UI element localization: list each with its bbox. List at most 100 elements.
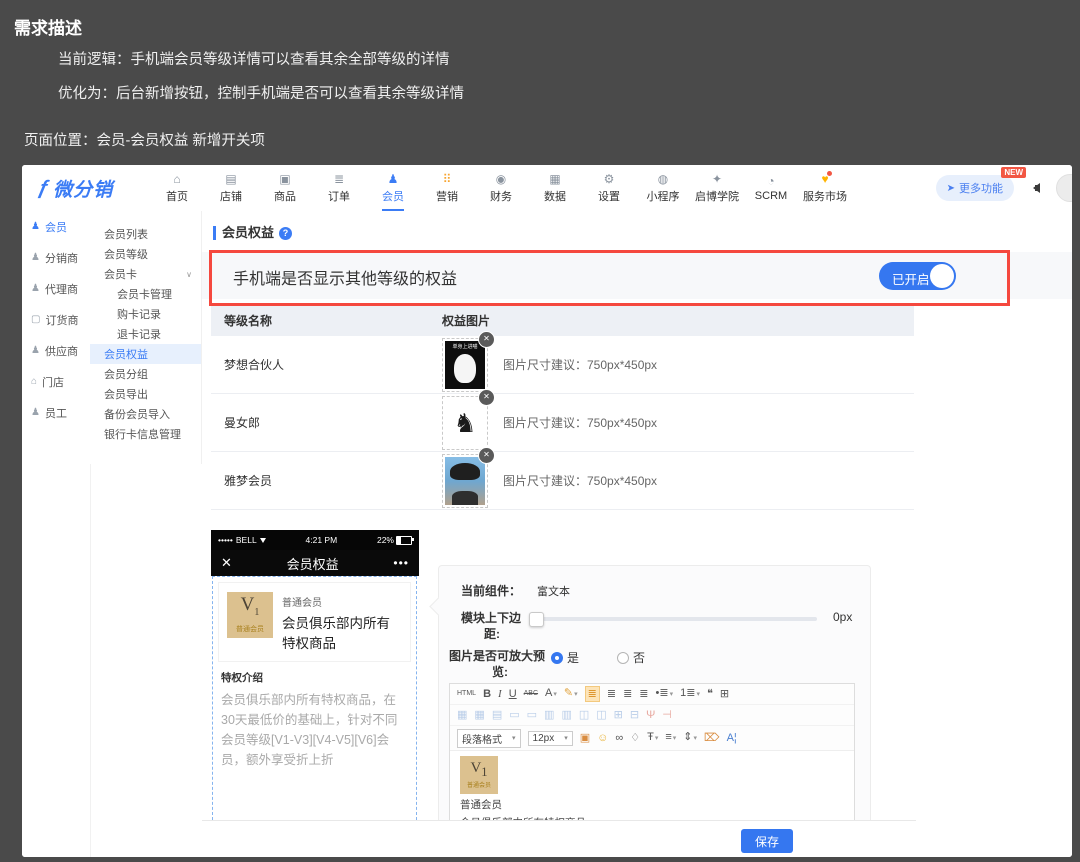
toolbar-table-icon[interactable]: ⊣ [662, 708, 672, 722]
toolbar-icon[interactable]: ∞ [615, 731, 623, 745]
remove-image-icon[interactable]: ✕ [478, 331, 495, 348]
toolbar-icon[interactable]: I [498, 687, 502, 701]
help-icon[interactable]: ? [279, 227, 292, 240]
toolbar-icon[interactable]: ⌦ [704, 731, 720, 745]
sidebar-item[interactable]: ♟ 供应商 [22, 335, 90, 366]
toolbar-icon[interactable]: ⇕ [683, 730, 697, 746]
toolbar-icon[interactable]: ❝ [707, 687, 713, 701]
toolbar-icon[interactable]: ≡ [665, 730, 676, 746]
top-nav-item[interactable]: ▤ 店铺 [204, 165, 258, 211]
toolbar-table-icon[interactable]: Ψ [646, 708, 655, 722]
sidebar-item[interactable]: ♟ 分销商 [22, 242, 90, 273]
toolbar-icon[interactable]: ☺ [597, 731, 608, 745]
logo-text: 微分销 [53, 175, 113, 202]
submenu-item[interactable]: 会员等级 [90, 244, 201, 264]
top-nav-item[interactable]: ♟ 会员 [366, 165, 420, 211]
toolbar-table-icon[interactable]: ▤ [492, 708, 502, 722]
top-nav-item[interactable]: ≣ 订单 [312, 165, 366, 211]
benefit-image-upload[interactable]: ✕ [442, 338, 488, 392]
toggle-knob [930, 264, 954, 288]
submenu-item[interactable]: 会员分组 [90, 364, 201, 384]
toolbar-table-icon[interactable]: ▭ [527, 708, 537, 722]
top-nav-item[interactable]: ◍ 小程序 [636, 165, 690, 211]
save-button[interactable]: 保存 [741, 829, 793, 853]
toolbar-table-icon[interactable]: ⊟ [630, 708, 639, 722]
toolbar-table-icon[interactable]: ▭ [509, 708, 519, 722]
toolbar-table-icon[interactable]: ▥ [544, 708, 554, 722]
submenu-item[interactable]: 银行卡信息管理 [90, 424, 201, 444]
submenu-item[interactable]: 会员导出 [90, 384, 201, 404]
logo-icon: ƒ [36, 177, 53, 200]
editor-content[interactable]: V1 普通会员 普通会员 会员俱乐部内所有特权商品 特权介绍 [450, 750, 854, 821]
benefit-image-upload[interactable]: ✕ [442, 454, 488, 508]
toolbar-icon[interactable]: Ŧ [647, 730, 658, 746]
slider-handle[interactable] [529, 612, 544, 627]
top-nav-item[interactable]: ✦ 启博学院 [690, 165, 744, 211]
top-nav-item[interactable]: ◔ SCRM [744, 165, 798, 211]
top-nav-item[interactable]: ▦ 数据 [528, 165, 582, 211]
margin-slider[interactable] [529, 617, 817, 621]
close-icon[interactable]: ✕ [221, 555, 232, 571]
miniprogram-icon: ◍ [658, 173, 668, 186]
top-nav-item[interactable]: ◉ 财务 [474, 165, 528, 211]
app-logo[interactable]: ƒ 微分销 [22, 175, 150, 202]
toolbar-icon[interactable]: ≣ [607, 687, 616, 701]
sidebar-item[interactable]: ♟ 代理商 [22, 273, 90, 304]
top-nav-item[interactable]: ♥ 服务市场 [798, 165, 852, 211]
level-benefit-title: 会员俱乐部内所有特权商品 [282, 612, 402, 652]
user-avatar[interactable] [1056, 174, 1072, 202]
show-other-levels-toggle[interactable]: 已开启 [879, 262, 956, 290]
top-nav-items: ⌂ 首页 ▤ 店铺 ▣ 商品 ≣ 订单 [150, 165, 852, 211]
toolbar-icon[interactable]: ≣ [585, 686, 600, 702]
toolbar-table-icon[interactable]: ▥ [561, 708, 571, 722]
toolbar-table-icon[interactable]: ▦ [474, 708, 484, 722]
toolbar-icon[interactable]: ABC [524, 687, 538, 701]
phone-time: 4:21 PM [306, 535, 338, 545]
toolbar-icon[interactable]: U [509, 687, 517, 701]
toolbar-icon[interactable]: ♢ [630, 731, 640, 745]
submenu-item[interactable]: 备份会员导入 [90, 404, 201, 424]
toolbar-icon[interactable]: 1≣ [680, 686, 700, 702]
main-content: 会员权益 ? 手机端是否显示其他等级的权益 已开启 等级名称 权益图片 梦想合伙… [202, 211, 1072, 857]
toolbar-icon[interactable]: ✎ [564, 686, 578, 702]
radio-no[interactable]: 否 [617, 649, 645, 666]
toolbar-icon[interactable]: ⊞ [720, 687, 729, 701]
top-nav-item[interactable]: ⌂ 首页 [150, 165, 204, 211]
sidebar-item[interactable]: ▢ 订货商 [22, 304, 90, 335]
submenu-item[interactable]: 会员列表 [90, 224, 201, 244]
toolbar-table-icon[interactable]: ⊞ [614, 708, 623, 722]
more-features-button[interactable]: ➤ 更多功能 NEW [936, 175, 1014, 201]
sidebar-item[interactable]: ⌂ 门店 [22, 366, 90, 397]
top-nav-item[interactable]: ⚙ 设置 [582, 165, 636, 211]
submenu-item[interactable]: 购卡记录 [90, 304, 201, 324]
submenu-item[interactable]: 退卡记录 [90, 324, 201, 344]
toolbar-icon[interactable]: HTML [457, 687, 476, 701]
toolbar-table-icon[interactable]: ◫ [579, 708, 589, 722]
toolbar-icon[interactable]: ▣ [580, 731, 590, 745]
more-menu-icon[interactable]: ••• [393, 556, 409, 570]
save-bar: 保存 [202, 820, 916, 857]
remove-image-icon[interactable]: ✕ [478, 447, 495, 464]
paragraph-format-select[interactable]: 段落格式 ▾ [457, 729, 521, 748]
sidebar-item[interactable]: ♟ 员工 [22, 397, 90, 428]
announcement-speaker-icon[interactable] [1028, 183, 1040, 193]
toolbar-table-icon[interactable]: ◫ [596, 708, 606, 722]
toolbar-icon[interactable]: A [545, 686, 557, 702]
radio-yes[interactable]: 是 [551, 649, 579, 666]
submenu-item[interactable]: 会员权益 [90, 344, 201, 364]
top-nav-item[interactable]: ⠿ 营销 [420, 165, 474, 211]
toolbar-icon[interactable]: ≣ [623, 687, 632, 701]
font-size-select[interactable]: 12px ▾ [528, 731, 573, 746]
toolbar-table-icon[interactable]: ▦ [457, 708, 467, 722]
toolbar-icon[interactable]: •≣ [656, 686, 674, 702]
submenu-item[interactable]: 会员卡 ∨ [90, 264, 201, 284]
richtext-component-selection[interactable]: V1 普通会员 普通会员 会员俱乐部内所有特权商品 特权介绍 会员俱乐部内所有特… [212, 576, 417, 830]
benefit-image-upload[interactable]: ✕ [442, 396, 488, 450]
sidebar-item[interactable]: ♟ 会员 [22, 211, 90, 242]
remove-image-icon[interactable]: ✕ [478, 389, 495, 406]
toolbar-icon[interactable]: A¦ [727, 731, 737, 745]
submenu-item[interactable]: 会员卡管理 [90, 284, 201, 304]
top-nav-item[interactable]: ▣ 商品 [258, 165, 312, 211]
toolbar-icon[interactable]: ≣ [639, 687, 648, 701]
toolbar-icon[interactable]: B [483, 687, 491, 701]
